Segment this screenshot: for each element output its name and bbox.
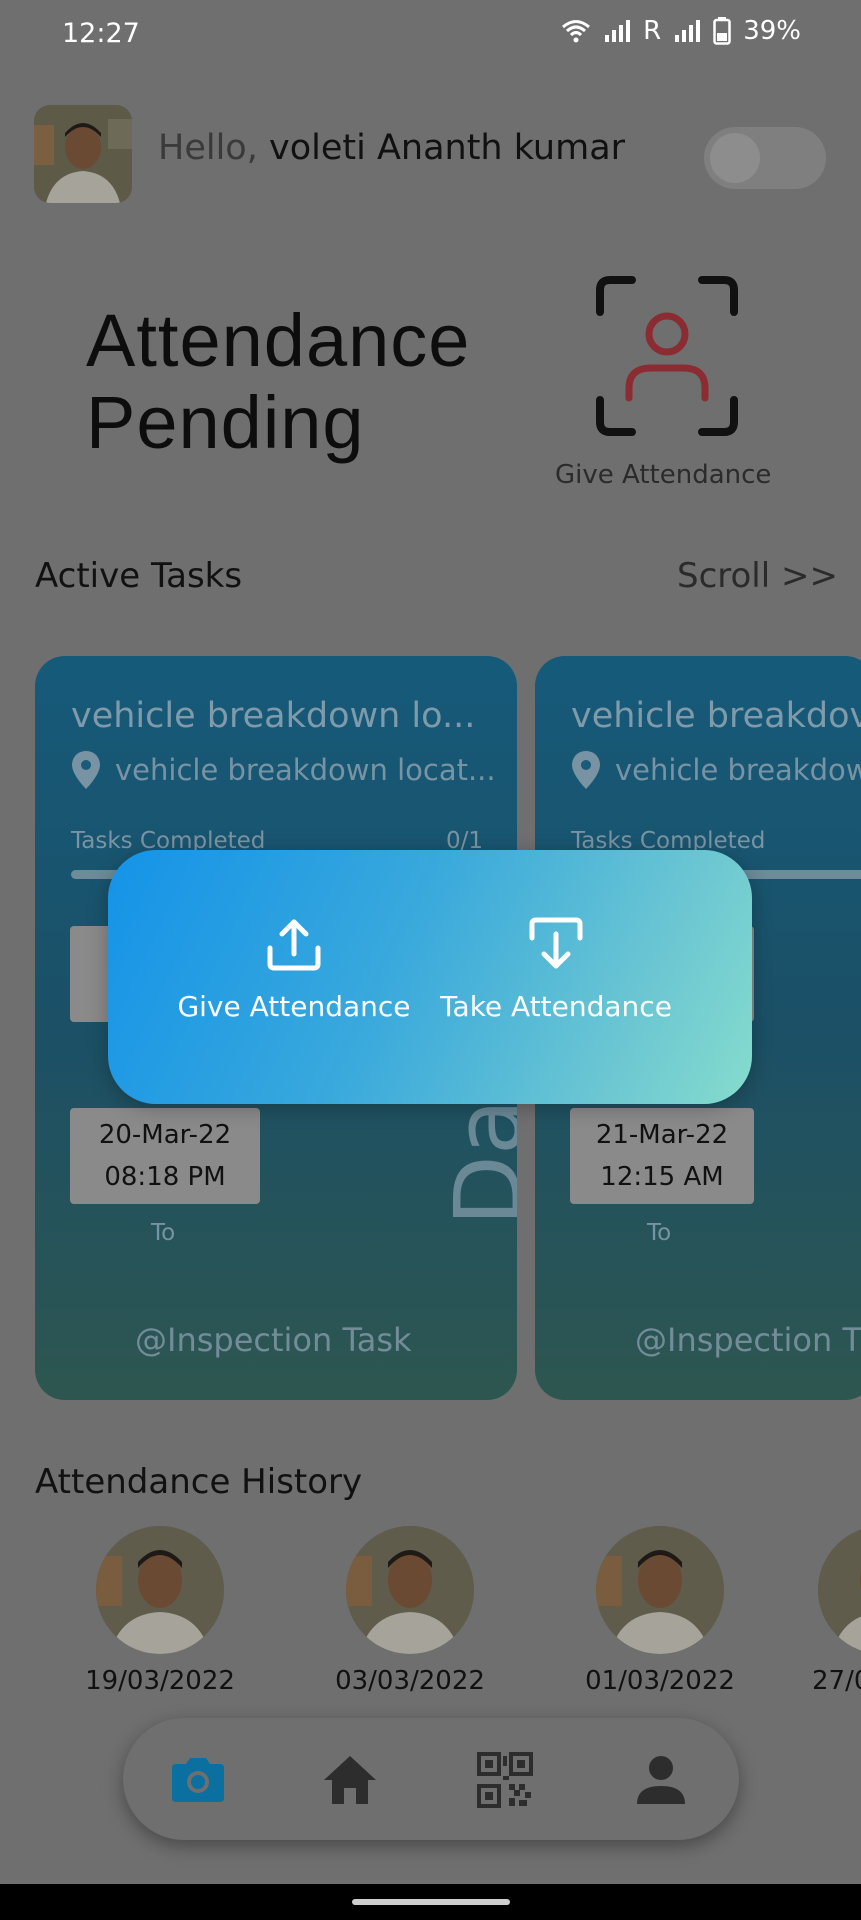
signal-icon	[605, 20, 631, 42]
end-date: 21-Mar-22	[595, 1120, 729, 1150]
history-date: 03/03/2022	[335, 1666, 485, 1696]
location-pin-icon	[572, 751, 600, 789]
gesture-bar	[0, 1884, 861, 1920]
end-time: 12:15 AM	[600, 1162, 724, 1192]
attendance-status-title: Attendance Pending	[86, 300, 470, 464]
attendance-status-line2: Pending	[86, 381, 365, 464]
task-location: vehicle breakdown locat...	[71, 750, 496, 790]
attendance-status-line1: Attendance	[86, 299, 471, 382]
task-title: vehicle breakdown lo...	[71, 696, 476, 736]
give-attendance-button[interactable]: Give Attendance	[176, 916, 412, 1023]
status-bar: 12:27 R 39%	[0, 0, 861, 70]
task-location-text: vehicle breakdown locat...	[115, 753, 496, 787]
wifi-icon	[562, 20, 591, 43]
camera-icon[interactable]	[168, 1750, 228, 1810]
task-location-text: vehicle breakdow	[615, 753, 861, 787]
status-toggle[interactable]	[704, 127, 826, 189]
avatar[interactable]	[34, 105, 132, 203]
download-icon	[529, 917, 583, 969]
battery-percent: 39%	[743, 16, 801, 46]
toggle-knob	[710, 133, 760, 183]
scroll-link[interactable]: Scroll >>	[677, 556, 838, 596]
roaming-indicator: R	[643, 16, 662, 46]
give-attendance-text: Give Attendance	[177, 990, 411, 1023]
attendance-history-title: Attendance History	[35, 1462, 363, 1502]
history-avatar	[596, 1526, 724, 1654]
home-icon[interactable]	[320, 1750, 380, 1810]
greeting-hello: Hello,	[158, 128, 258, 168]
bottom-nav	[123, 1718, 739, 1840]
history-item[interactable]: 19/03/2022	[75, 1526, 245, 1696]
home-gesture-handle[interactable]	[352, 1899, 510, 1905]
task-title: vehicle breakdov	[571, 696, 861, 736]
profile-icon[interactable]	[631, 1750, 691, 1810]
user-name: voleti Ananth kumar	[268, 128, 626, 168]
card-watermark: Da	[435, 1098, 517, 1226]
upload-icon	[267, 919, 321, 971]
end-time: 08:18 PM	[104, 1162, 226, 1192]
history-item[interactable]: 03/03/2022	[325, 1526, 495, 1696]
history-avatar	[346, 1526, 474, 1654]
history-avatar	[96, 1526, 224, 1654]
history-item[interactable]: 27/0	[800, 1526, 861, 1696]
end-date-box: 20-Mar-22 08:18 PM	[70, 1108, 260, 1204]
history-item[interactable]: 01/03/2022	[575, 1526, 745, 1696]
to-label: To	[647, 1220, 672, 1246]
status-icons: R 39%	[561, 16, 801, 46]
face-scan-icon[interactable]	[596, 276, 738, 436]
attendance-action-popup: Give Attendance Take Attendance	[108, 850, 752, 1104]
task-location: vehicle breakdow	[571, 750, 861, 790]
history-avatar	[818, 1526, 861, 1654]
take-attendance-text: Take Attendance	[440, 990, 672, 1023]
history-date: 01/03/2022	[585, 1666, 735, 1696]
end-date: 20-Mar-22	[98, 1120, 232, 1150]
signal-icon	[675, 20, 701, 42]
task-tag: @Inspection T	[635, 1321, 861, 1359]
qr-code-icon[interactable]	[475, 1750, 535, 1810]
take-attendance-button[interactable]: Take Attendance	[436, 916, 676, 1023]
active-tasks-title: Active Tasks	[35, 556, 243, 596]
status-time: 12:27	[62, 18, 140, 49]
location-pin-icon	[72, 751, 100, 789]
history-date: 19/03/2022	[85, 1666, 235, 1696]
history-date: 27/0	[812, 1666, 861, 1696]
task-tag: @Inspection Task	[135, 1321, 412, 1359]
greeting: Hello, voleti Ananth kumar	[158, 128, 625, 168]
battery-icon	[713, 17, 731, 45]
give-attendance-label[interactable]: Give Attendance	[555, 460, 771, 490]
to-label: To	[151, 1220, 176, 1246]
end-date-box: 21-Mar-22 12:15 AM	[570, 1108, 754, 1204]
